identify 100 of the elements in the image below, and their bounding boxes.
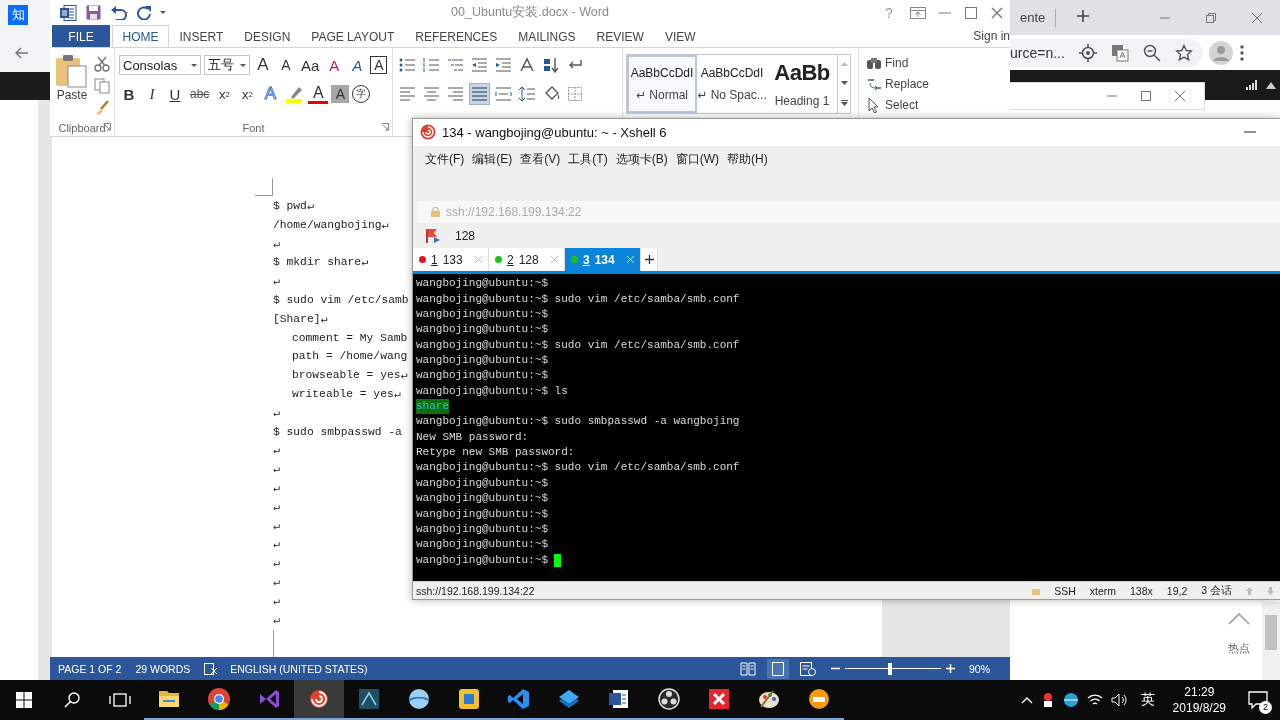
side-panel-label[interactable]: 热点: [1228, 641, 1250, 656]
find-button[interactable]: Find: [866, 54, 930, 72]
sort-icon[interactable]: [543, 57, 560, 73]
bullets-icon[interactable]: [399, 57, 416, 73]
scissors-icon[interactable]: [94, 56, 110, 72]
sign-in-link[interactable]: Sign in: [973, 29, 1010, 43]
menu-item[interactable]: 工具(T): [568, 150, 608, 168]
scrollbar-thumb[interactable]: [1265, 615, 1277, 650]
ribbon-tab[interactable]: VIEW: [654, 25, 707, 47]
style-option[interactable]: AaBb Heading 1: [767, 55, 837, 113]
clock-time[interactable]: 21:29: [1184, 684, 1215, 700]
border-button[interactable]: A: [370, 56, 388, 74]
underline-button[interactable]: U: [165, 83, 185, 105]
decrease-indent-icon[interactable]: [471, 57, 488, 73]
proofing-icon[interactable]: [204, 662, 219, 675]
borders-icon[interactable]: [567, 86, 584, 102]
multilevel-list-icon[interactable]: [447, 57, 464, 73]
ribbon-display-icon[interactable]: [910, 6, 926, 19]
document-icon[interactable]: [59, 3, 77, 22]
font-color-button[interactable]: A: [308, 84, 329, 104]
slider-thumb[interactable]: [888, 662, 893, 675]
close-icon[interactable]: [990, 5, 1004, 20]
change-case-button[interactable]: Aa: [299, 54, 322, 76]
restore-icon[interactable]: [1205, 11, 1217, 24]
address-field[interactable]: urce=n...: [1010, 44, 1065, 61]
font-name-field[interactable]: Consolas: [119, 55, 201, 75]
close-icon[interactable]: [1251, 11, 1263, 24]
page-count[interactable]: PAGE 1 OF 2: [58, 662, 122, 675]
shrink-font-button[interactable]: A: [276, 54, 296, 76]
menu-item[interactable]: 查看(V): [520, 150, 561, 168]
tab-title[interactable]: ente: [1020, 8, 1057, 27]
maximize-icon[interactable]: [964, 5, 978, 20]
close-icon[interactable]: [1174, 90, 1186, 102]
ribbon-tab[interactable]: REFERENCES: [404, 25, 508, 47]
strikethrough-button[interactable]: abc: [188, 83, 212, 105]
clock-date[interactable]: 2019/8/29: [1172, 700, 1226, 716]
app-tile[interactable]: 知: [8, 5, 28, 25]
ribbon-tab[interactable]: PAGE LAYOUT: [300, 25, 405, 47]
taskbar-button[interactable]: [294, 680, 344, 720]
file-tab[interactable]: FILE: [52, 25, 110, 47]
session-tab[interactable]: 1 133: [413, 248, 489, 272]
scroll-down-icon[interactable]: [840, 81, 848, 85]
new-tab-button[interactable]: [641, 248, 658, 272]
dialog-launcher-icon[interactable]: [103, 123, 111, 132]
avatar-icon[interactable]: [1208, 40, 1233, 65]
scrollbar[interactable]: [1262, 602, 1280, 680]
line-spacing-icon[interactable]: [519, 86, 536, 102]
save-icon[interactable]: [86, 5, 101, 20]
word-count[interactable]: 29 WORDS: [135, 662, 191, 675]
menu-icon[interactable]: [1238, 43, 1245, 62]
grow-font-button[interactable]: A: [253, 54, 273, 76]
input-method[interactable]: 英: [1140, 691, 1155, 709]
scroll-up-icon[interactable]: [1266, 81, 1276, 89]
target-icon[interactable]: [1078, 43, 1097, 62]
menu-item[interactable]: 选项卡(B): [615, 150, 668, 168]
menu-item[interactable]: 帮助(H): [727, 150, 768, 168]
globe-icon[interactable]: [1062, 692, 1079, 708]
ribbon-tab[interactable]: HOME: [112, 25, 169, 47]
maximize-icon[interactable]: [1140, 90, 1152, 102]
speaker-icon[interactable]: [1110, 693, 1127, 707]
menu-item[interactable]: 文件(F): [425, 150, 465, 168]
brush-icon[interactable]: [94, 100, 110, 116]
bold-button[interactable]: B: [119, 83, 139, 105]
ribbon-tab[interactable]: REVIEW: [586, 25, 655, 47]
zoom-out-icon[interactable]: [1142, 43, 1161, 62]
zoom-in-icon[interactable]: [946, 664, 955, 673]
session-tab[interactable]: 3 134: [565, 248, 641, 272]
replace-button[interactable]: Replace: [866, 75, 930, 93]
paint-bucket-icon[interactable]: [543, 86, 560, 102]
italic-button[interactable]: I: [142, 83, 162, 105]
script-button[interactable]: x$^{2}$: [237, 83, 258, 105]
undo-icon[interactable]: [110, 5, 128, 20]
ribbon-tab[interactable]: MAILINGS: [507, 25, 587, 47]
text-direction-icon[interactable]: [519, 57, 536, 73]
select-button[interactable]: Select: [866, 96, 930, 114]
view-button[interactable]: [767, 658, 789, 679]
translate-icon[interactable]: [1110, 43, 1129, 62]
font-size-field[interactable]: 五号: [204, 55, 250, 75]
dialog-launcher-icon[interactable]: [381, 123, 389, 132]
language-label[interactable]: ENGLISH (UNITED STATES): [230, 662, 368, 675]
increase-indent-icon[interactable]: [495, 57, 512, 73]
session-tab[interactable]: 2 128: [489, 248, 565, 272]
clear-format-button[interactable]: A: [324, 54, 345, 76]
phonetic-guide-button[interactable]: A: [347, 54, 368, 76]
redo-icon[interactable]: [137, 5, 151, 20]
notifications-button[interactable]: 2: [1244, 686, 1272, 714]
customize-caret-icon[interactable]: [160, 10, 166, 15]
menu-item[interactable]: 编辑(E): [472, 150, 513, 168]
menu-item[interactable]: 窗口(W): [675, 150, 719, 168]
style-option[interactable]: AaBbCcDdI ↵ Normal: [627, 55, 697, 113]
style-option[interactable]: AaBbCcDdI ↵ No Spac...: [697, 55, 767, 113]
ribbon-tab[interactable]: INSERT: [169, 25, 234, 47]
zoom-level[interactable]: 90%: [969, 662, 990, 675]
wifi-icon[interactable]: [1086, 693, 1103, 707]
more-icon[interactable]: [840, 99, 848, 106]
align-justify-button[interactable]: [469, 83, 490, 105]
star-icon[interactable]: [1174, 43, 1193, 62]
link-button[interactable]: 128: [425, 227, 476, 244]
paste-button[interactable]: Paste: [50, 54, 90, 120]
ribbon-tab[interactable]: DESIGN: [233, 25, 301, 47]
